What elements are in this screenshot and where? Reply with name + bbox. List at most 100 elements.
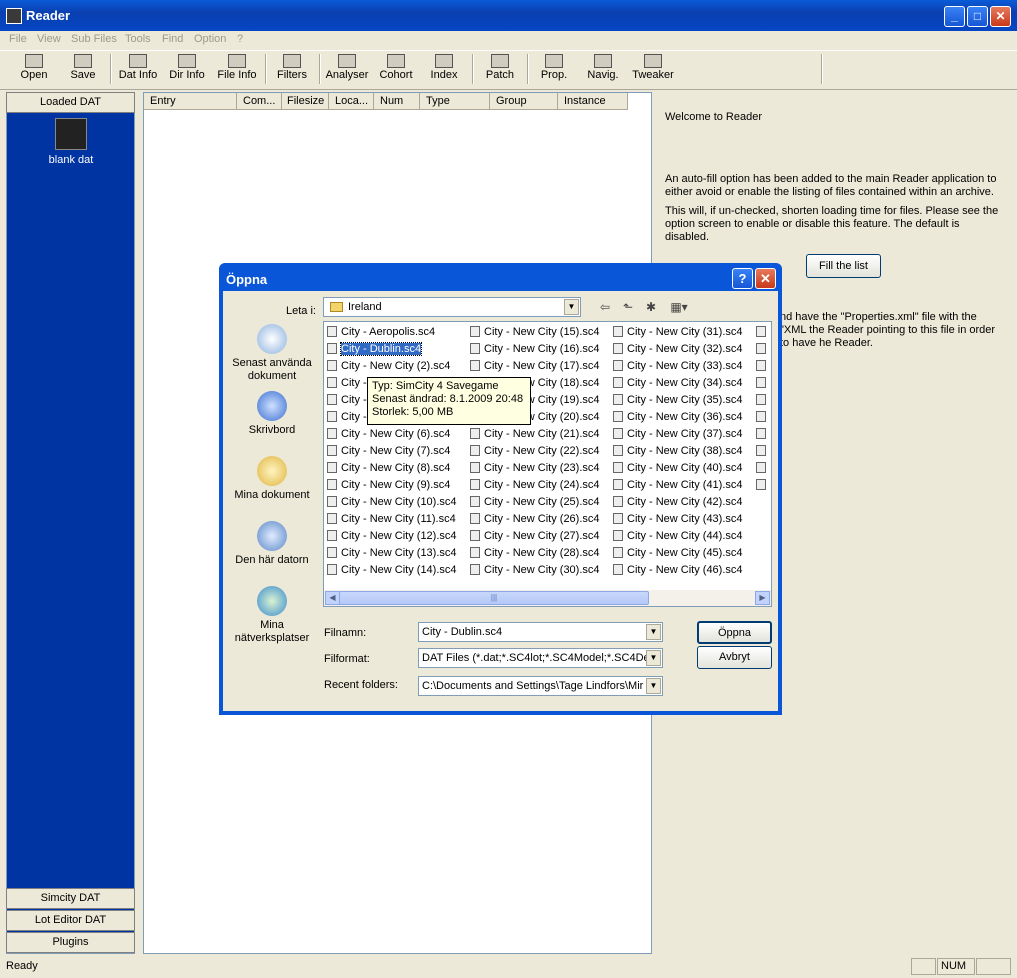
column-header-location[interactable]: Loca...: [329, 93, 374, 110]
file-item[interactable]: City - New City (32).sc4: [611, 341, 751, 358]
tab-loaded-dat[interactable]: Loaded DAT: [6, 92, 135, 113]
file-item[interactable]: City - New City (9).sc4: [325, 477, 465, 494]
file-item-partial[interactable]: [754, 341, 768, 358]
cohort-tool-button[interactable]: Cohort: [371, 52, 421, 81]
file-item[interactable]: City - New City (15).sc4: [468, 324, 608, 341]
file-item[interactable]: City - New City (27).sc4: [468, 528, 608, 545]
file-item-partial[interactable]: [754, 426, 768, 443]
file-item-partial[interactable]: [754, 443, 768, 460]
scroll-right-icon[interactable]: ▶: [755, 591, 770, 605]
column-header-group[interactable]: Group: [490, 93, 558, 110]
menu-file[interactable]: File: [9, 33, 27, 45]
file-item-partial[interactable]: [754, 375, 768, 392]
file-item-partial[interactable]: [754, 409, 768, 426]
chevron-down-icon[interactable]: ▼: [646, 650, 661, 666]
dir-info-tool-button[interactable]: Dir Info: [162, 52, 212, 81]
column-header-num[interactable]: Num: [374, 93, 420, 110]
file-item[interactable]: City - New City (44).sc4: [611, 528, 751, 545]
file-item[interactable]: City - New City (21).sc4: [468, 426, 608, 443]
file-item[interactable]: City - New City (25).sc4: [468, 494, 608, 511]
place-recent-documents[interactable]: Senast använda dokument: [229, 324, 315, 383]
menu-view[interactable]: View: [37, 33, 61, 45]
up-folder-icon[interactable]: ⬑: [620, 300, 636, 314]
tab-lot-editor-dat[interactable]: Lot Editor DAT: [6, 910, 135, 931]
column-header-filesize[interactable]: Filesize: [282, 93, 329, 110]
file-item[interactable]: City - New City (10).sc4: [325, 494, 465, 511]
close-button[interactable]: ✕: [990, 6, 1011, 27]
file-item[interactable]: City - New City (28).sc4: [468, 545, 608, 562]
dat-file-label[interactable]: blank dat: [40, 154, 102, 166]
file-item[interactable]: City - New City (14).sc4: [325, 562, 465, 579]
fill-list-button[interactable]: Fill the list: [806, 254, 881, 278]
tab-simcity-dat[interactable]: Simcity DAT: [6, 888, 135, 909]
file-item[interactable]: City - New City (22).sc4: [468, 443, 608, 460]
file-item[interactable]: City - New City (30).sc4: [468, 562, 608, 579]
file-item[interactable]: City - New City (12).sc4: [325, 528, 465, 545]
place-network[interactable]: Mina nätverksplatser: [229, 586, 315, 645]
file-item[interactable]: City - New City (2).sc4: [325, 358, 465, 375]
tweaker-tool-button[interactable]: Tweaker: [628, 52, 678, 81]
file-item[interactable]: City - New City (16).sc4: [468, 341, 608, 358]
file-item[interactable]: City - New City (31).sc4: [611, 324, 751, 341]
patch-tool-button[interactable]: Patch: [475, 52, 525, 81]
file-item[interactable]: City - New City (37).sc4: [611, 426, 751, 443]
menu-tools[interactable]: Tools: [125, 33, 151, 45]
tab-plugins[interactable]: Plugins: [6, 932, 135, 953]
file-item[interactable]: City - New City (33).sc4: [611, 358, 751, 375]
file-item[interactable]: City - New City (40).sc4: [611, 460, 751, 477]
view-menu-icon[interactable]: ▦▾: [667, 300, 691, 314]
file-item[interactable]: City - New City (41).sc4: [611, 477, 751, 494]
filename-input[interactable]: City - Dublin.sc4: [418, 622, 663, 642]
file-item[interactable]: City - New City (34).sc4: [611, 375, 751, 392]
file-item-partial[interactable]: [754, 460, 768, 477]
file-item[interactable]: City - New City (6).sc4: [325, 426, 465, 443]
file-item[interactable]: City - New City (24).sc4: [468, 477, 608, 494]
dialog-close-button[interactable]: ✕: [755, 268, 776, 289]
column-header-instance[interactable]: Instance: [558, 93, 628, 110]
filters-tool-button[interactable]: Filters: [267, 52, 317, 81]
recent-folders-select[interactable]: C:\Documents and Settings\Tage Lindfors\…: [418, 676, 663, 696]
menu-help[interactable]: ?: [237, 33, 243, 45]
menu-sub-files[interactable]: Sub Files: [71, 33, 117, 45]
open-button[interactable]: Öppna: [697, 621, 772, 644]
place-desktop[interactable]: Skrivbord: [229, 391, 315, 437]
file-item[interactable]: City - New City (7).sc4: [325, 443, 465, 460]
maximize-button[interactable]: □: [967, 6, 988, 27]
file-item[interactable]: City - New City (11).sc4: [325, 511, 465, 528]
save-tool-button[interactable]: Save: [58, 52, 108, 81]
index-tool-button[interactable]: Index: [419, 52, 469, 81]
back-arrow-icon[interactable]: ⇦: [597, 300, 613, 314]
file-item[interactable]: City - New City (45).sc4: [611, 545, 751, 562]
chevron-down-icon[interactable]: ▼: [646, 624, 661, 640]
file-item[interactable]: City - New City (8).sc4: [325, 460, 465, 477]
file-item-partial[interactable]: [754, 358, 768, 375]
scrollbar-thumb[interactable]: |||: [339, 591, 649, 605]
file-item[interactable]: City - New City (43).sc4: [611, 511, 751, 528]
column-header-entry[interactable]: Entry: [144, 93, 237, 110]
file-item[interactable]: City - New City (23).sc4: [468, 460, 608, 477]
file-info-tool-button[interactable]: File Info: [212, 52, 262, 81]
file-item-partial[interactable]: [754, 477, 768, 494]
column-header-compressed[interactable]: Com...: [237, 93, 282, 110]
open-tool-button[interactable]: Open: [9, 52, 59, 81]
new-folder-icon[interactable]: ✱: [643, 300, 659, 314]
place-my-documents[interactable]: Mina dokument: [229, 456, 315, 502]
minimize-button[interactable]: _: [944, 6, 965, 27]
cancel-button[interactable]: Avbryt: [697, 646, 772, 669]
file-item-partial[interactable]: [754, 392, 768, 409]
prop-tool-button[interactable]: Prop.: [529, 52, 579, 81]
menu-option[interactable]: Option: [194, 33, 226, 45]
file-item[interactable]: City - New City (35).sc4: [611, 392, 751, 409]
analyser-tool-button[interactable]: Analyser: [322, 52, 372, 81]
file-item[interactable]: City - Aeropolis.sc4: [325, 324, 465, 341]
dat-navigator-panel[interactable]: [6, 92, 135, 954]
file-item[interactable]: City - New City (36).sc4: [611, 409, 751, 426]
dat-file-icon[interactable]: [55, 118, 87, 150]
column-header-type[interactable]: Type: [420, 93, 490, 110]
file-item[interactable]: City - Dublin.sc4: [325, 341, 465, 358]
file-item[interactable]: City - New City (38).sc4: [611, 443, 751, 460]
title-bar[interactable]: [0, 0, 1017, 31]
dialog-help-button[interactable]: ?: [732, 268, 753, 289]
chevron-down-icon[interactable]: ▼: [646, 678, 661, 694]
file-format-select[interactable]: DAT Files (*.dat;*.SC4lot;*.SC4Model;*.S…: [418, 648, 663, 668]
